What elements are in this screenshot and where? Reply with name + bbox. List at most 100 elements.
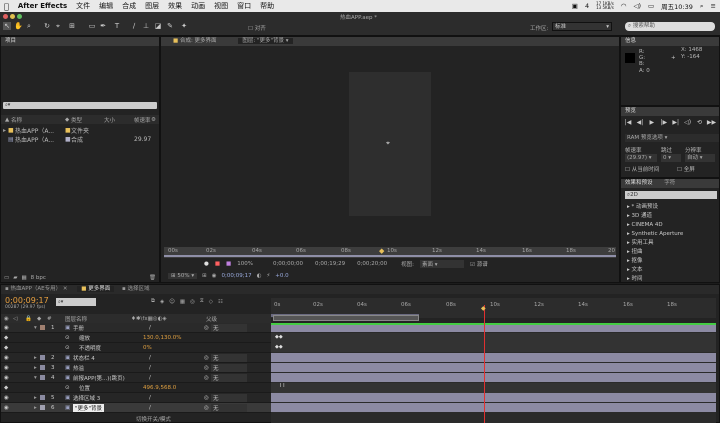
view-select[interactable]: 素面 ▾	[420, 259, 464, 268]
clock[interactable]: 周五10:39	[661, 1, 693, 11]
snap-checkbox[interactable]: ☐ 对齐	[248, 24, 266, 32]
res-select[interactable]: 自动 ▾	[685, 154, 715, 162]
pen-tool-icon[interactable]: ✒	[99, 22, 107, 30]
close-window-button[interactable]	[3, 14, 8, 19]
shy-icon[interactable]: ☺	[169, 299, 175, 305]
graph-editor-icon[interactable]: ⧖	[200, 298, 204, 305]
alpha-channel-icon[interactable]: ■	[226, 261, 231, 267]
ram-options-select[interactable]: RAM 预览选项 ▾	[625, 134, 719, 142]
table-row[interactable]: ◆ ⊙ 位置 496.9,568.0	[1, 383, 271, 393]
chat-icon[interactable]: ☷	[218, 299, 223, 305]
list-item[interactable]: ▸ Synthetic Aperture	[621, 230, 719, 239]
layer-duration[interactable]: 0;00;20;00	[357, 261, 387, 267]
volume-icon[interactable]: ◁)	[633, 2, 641, 10]
apple-icon[interactable]: 	[4, 2, 9, 11]
red-channel-icon[interactable]: ■	[215, 261, 220, 267]
flowchart-icon[interactable]: ⚙	[151, 117, 156, 123]
project-tab[interactable]: 项目	[1, 37, 159, 46]
prev-frame-button[interactable]: ◀|	[635, 119, 645, 126]
bpc-label[interactable]: 8 bpc	[31, 275, 46, 281]
interpret-footage-icon[interactable]: ▭	[4, 275, 9, 281]
timeline-timecode[interactable]: 0;00;09;17	[5, 296, 49, 305]
col-fps[interactable]: 帧速率	[134, 116, 151, 124]
zoom-window-button[interactable]	[17, 14, 22, 19]
fast-preview-icon[interactable]: ⚡	[266, 273, 270, 279]
next-frame-button[interactable]: |▶	[659, 119, 669, 126]
project-search-input[interactable]: ⌕▾	[3, 102, 157, 109]
list-item[interactable]: ▸ 实用工具	[621, 239, 719, 248]
fullscreen-checkbox[interactable]: ☐ 全屏	[677, 165, 695, 173]
type-tool-icon[interactable]: T	[113, 22, 121, 30]
draft-3d-icon[interactable]: ◈	[160, 299, 164, 305]
audio-icon[interactable]: ◁)	[683, 119, 693, 126]
tab-timeline-project[interactable]: ▪ 热血APP（AE专用） ✕	[5, 286, 67, 292]
track-area[interactable]: ◆◆ ◆◆ I I	[271, 323, 716, 423]
col-size[interactable]: 大小	[104, 116, 115, 124]
timeline-search-input[interactable]: ⌕▾	[56, 298, 96, 306]
switches-icon[interactable]: ♦✱\fx▦◎◐◈	[131, 316, 167, 322]
color-icon[interactable]: ◐	[257, 273, 262, 279]
zoom-select[interactable]: ⊞ 50% ▾	[168, 273, 198, 279]
zoom-tool-icon[interactable]: ⌕	[25, 22, 33, 30]
list-item[interactable]: ▸ 文本	[621, 266, 719, 275]
work-area-bar[interactable]	[273, 315, 419, 321]
clone-tool-icon[interactable]: ⊥	[142, 22, 150, 30]
playhead-marker[interactable]: ◆	[379, 247, 384, 255]
battery-icon[interactable]: ▭	[648, 2, 654, 10]
menu-layer[interactable]: 图层	[145, 1, 159, 11]
list-item[interactable]: ▸ ■ 热血APP（A... ■ 文件夹	[1, 126, 159, 135]
spotlight-icon[interactable]: ⌕	[700, 2, 704, 11]
anchor-point-icon[interactable]: ⌖	[386, 139, 390, 148]
rotate-tool-icon[interactable]: ↻	[43, 22, 51, 30]
effects-search-input[interactable]: ⌕2D	[625, 191, 717, 199]
list-item[interactable]: ▤ 热血APP（A... ■ 合成 29.97	[1, 135, 159, 144]
skip-select[interactable]: 0 ▾	[661, 154, 681, 162]
trash-icon[interactable]: 🗑	[149, 275, 159, 281]
list-item[interactable]: ▸ 扭曲	[621, 248, 719, 257]
grid-icon[interactable]: ⊞	[202, 273, 207, 279]
tab-composition[interactable]: ■ 合成: 更多界面	[173, 38, 217, 44]
toggle-switches-button[interactable]: 切换开关/模式	[136, 415, 171, 423]
layer-zoom[interactable]: 100%	[237, 261, 253, 267]
puppet-tool-icon[interactable]: ✦	[180, 22, 188, 30]
fps-select[interactable]: (29.97) ▾	[625, 154, 657, 162]
new-folder-icon[interactable]: ▰	[13, 275, 17, 281]
list-item[interactable]: ▸ * 动画预设	[621, 203, 719, 212]
camera-icon[interactable]: ◉	[212, 273, 217, 279]
help-search-input[interactable]: ⌕ 搜索帮助	[625, 22, 715, 31]
table-row[interactable]: ◉ ▸ 5 ▣ 选择区域 3 ∕ ◎ 无	[1, 393, 271, 403]
number-col[interactable]: #	[47, 316, 52, 322]
menu-file[interactable]: 文件	[76, 1, 90, 11]
out-point[interactable]: 0;00;19;29	[315, 261, 345, 267]
new-comp-icon[interactable]: ▦	[21, 275, 26, 281]
eye-icon[interactable]: ◉	[4, 316, 9, 322]
table-row[interactable]: ◆ ⊙ 不透明度 0%	[1, 343, 271, 353]
list-item[interactable]: ▸ 3D 通道	[621, 212, 719, 221]
exposure-plus[interactable]: +0.0	[275, 273, 288, 279]
last-frame-button[interactable]: ▶|	[671, 119, 681, 126]
table-row[interactable]: ◉ ▸ 3 ▣ 热溢 ∕ ◎ 无	[1, 363, 271, 373]
info-tab[interactable]: 信息	[621, 37, 719, 46]
tab-timeline-select[interactable]: ▪ 选择区域	[122, 286, 150, 292]
preview-tab[interactable]: 预览	[621, 107, 719, 116]
list-item[interactable]: ▸ 时间	[621, 275, 719, 284]
composition-canvas[interactable]: ⌖	[349, 72, 431, 216]
list-item[interactable]: ▸ 抠像	[621, 257, 719, 266]
current-time[interactable]: 0;00;09;17	[222, 273, 252, 279]
menu-composition[interactable]: 合成	[122, 1, 136, 11]
tab-effects[interactable]: 效果和预设	[625, 180, 653, 186]
loop-icon[interactable]: ⟲	[695, 119, 705, 126]
table-row[interactable]: ◆ ⊙ 缩放 130.0,130.0%	[1, 333, 271, 343]
table-row[interactable]: ◉ ▸ 6 ▣ "更多"背景 ∕ ◎ 无	[1, 403, 271, 413]
col-name[interactable]: 名称	[11, 116, 22, 124]
playhead-marker[interactable]: ◆	[481, 305, 486, 312]
adobe-icon[interactable]: ▣	[572, 2, 578, 10]
tab-character[interactable]: 字符	[664, 180, 675, 186]
label-col-icon[interactable]: ◆	[37, 316, 41, 322]
ram-preview-button[interactable]: ▶▶	[706, 119, 716, 126]
lock-icon[interactable]: 🔒	[25, 316, 32, 322]
keyframe-icon[interactable]: ◇	[209, 299, 213, 305]
in-point[interactable]: 0;00;00;00	[273, 261, 303, 267]
render-checkbox[interactable]: ☑ 源谱	[470, 260, 488, 268]
audio-col-icon[interactable]: ◁	[13, 316, 17, 322]
